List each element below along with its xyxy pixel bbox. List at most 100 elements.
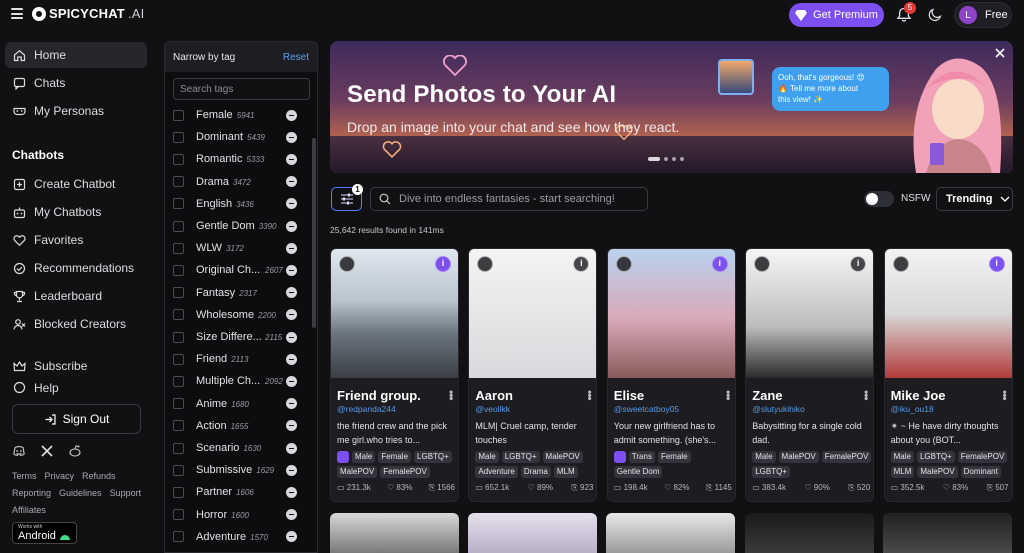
tag-checkbox[interactable] — [173, 287, 184, 299]
more-options-icon[interactable]: ••• — [859, 390, 873, 400]
menu-icon[interactable] — [11, 8, 23, 19]
card-tag[interactable]: Male — [352, 451, 376, 463]
sidebar-item-home[interactable]: Home — [5, 42, 147, 68]
nsfw-toggle[interactable] — [864, 191, 894, 207]
tag-row[interactable]: Drama 3472 — [165, 173, 310, 191]
card-tag[interactable]: MalePOV — [337, 466, 378, 478]
tag-checkbox[interactable] — [173, 531, 184, 543]
sidebar-item-subscribe[interactable]: Subscribe — [5, 353, 147, 379]
info-icon[interactable] — [711, 256, 728, 272]
card-partial[interactable] — [883, 513, 1012, 553]
tag-checkbox[interactable] — [173, 420, 184, 432]
card-tag[interactable]: Female — [378, 451, 412, 463]
chatbot-card[interactable]: Mike Joe ••• @iku_ou18 ✴︎ ~ He have dirty t… — [883, 248, 1013, 502]
info-icon[interactable] — [435, 256, 451, 272]
exclude-tag-icon[interactable] — [286, 309, 297, 321]
tag-row[interactable]: Horror 1600 — [165, 506, 310, 524]
exclude-tag-icon[interactable] — [286, 264, 297, 276]
exclude-tag-icon[interactable] — [286, 242, 297, 254]
tag-checkbox[interactable] — [173, 486, 184, 498]
tag-row[interactable]: Female 5941 — [165, 106, 310, 124]
carousel-dot[interactable] — [664, 157, 668, 161]
more-options-icon[interactable]: ••• — [444, 390, 458, 400]
exclude-tag-icon[interactable] — [286, 509, 297, 521]
reset-tags-button[interactable]: Reset — [283, 52, 309, 63]
sidebar-item-recommendations[interactable]: Recommendations — [5, 255, 147, 281]
card-tag[interactable]: LGBTQ+ — [414, 451, 452, 463]
tag-list-scrollbar[interactable] — [312, 138, 316, 328]
tag-checkbox[interactable] — [173, 398, 184, 410]
favorite-heart-icon[interactable] — [892, 256, 909, 272]
card-tag[interactable]: Male — [890, 451, 914, 463]
tag-row[interactable]: WLW 3172 — [165, 239, 310, 257]
tag-row[interactable]: Scenario 1630 — [165, 439, 310, 457]
footer-link-support[interactable]: Support — [110, 488, 142, 498]
card-tag[interactable]: MalePOV — [778, 451, 819, 463]
tag-checkbox[interactable] — [173, 442, 184, 454]
carousel-dot[interactable] — [680, 157, 684, 161]
sidebar-item-blocked-creators[interactable]: Blocked Creators — [5, 311, 147, 337]
tag-row[interactable]: Size Differe... 2115 — [165, 328, 310, 346]
sign-out-button[interactable]: Sign Out — [12, 404, 141, 434]
card-tag[interactable]: Drama — [520, 466, 551, 478]
tag-row[interactable]: Wholesome 2200 — [165, 306, 310, 324]
exclude-tag-icon[interactable] — [286, 375, 297, 387]
user-menu[interactable]: L Free — [954, 2, 1012, 28]
tag-checkbox[interactable] — [173, 331, 184, 343]
tag-row[interactable]: Original Ch... 2607 — [165, 261, 310, 279]
tag-checkbox[interactable] — [173, 375, 184, 387]
favorite-heart-icon[interactable] — [339, 256, 355, 272]
tag-row[interactable]: Adventure 1570 — [165, 528, 310, 546]
exclude-tag-icon[interactable] — [286, 131, 297, 143]
tag-checkbox[interactable] — [173, 220, 184, 232]
more-options-icon[interactable]: ••• — [998, 390, 1012, 400]
creator-handle[interactable]: @slutyukihiko — [752, 404, 805, 414]
exclude-tag-icon[interactable] — [286, 398, 297, 410]
tag-checkbox[interactable] — [173, 509, 184, 521]
exclude-tag-icon[interactable] — [286, 198, 297, 210]
sidebar-item-leaderboard[interactable]: Leaderboard — [5, 283, 147, 309]
card-partial[interactable] — [468, 513, 597, 553]
footer-link-guidelines[interactable]: Guidelines — [59, 488, 102, 498]
exclude-tag-icon[interactable] — [286, 287, 297, 299]
exclude-tag-icon[interactable] — [286, 109, 297, 121]
tag-row[interactable]: Partner 1606 — [165, 483, 310, 501]
tag-row[interactable]: Submissive 1629 — [165, 461, 310, 479]
exclude-tag-icon[interactable] — [286, 153, 297, 165]
exclude-tag-icon[interactable] — [286, 220, 297, 232]
tag-row[interactable]: Fantasy 2317 — [165, 284, 310, 302]
favorite-heart-icon[interactable] — [615, 256, 632, 272]
card-tag[interactable]: FemalePOV — [821, 451, 872, 463]
footer-link-refunds[interactable]: Refunds — [82, 471, 116, 481]
x-twitter-icon[interactable] — [40, 444, 54, 458]
sidebar-item-create-chatbot[interactable]: Create Chatbot — [5, 171, 147, 197]
exclude-tag-icon[interactable] — [286, 176, 297, 188]
tag-row[interactable]: Gentle Dom 3390 — [165, 217, 310, 235]
creator-handle[interactable]: @sweetcatboy05 — [614, 404, 679, 414]
creator-handle[interactable]: @veollkk — [475, 404, 510, 414]
card-tag[interactable]: MalePOV — [917, 466, 958, 478]
chatbot-card[interactable]: Friend group. ••• @redpanda244 the friend c… — [330, 248, 459, 502]
sidebar-item-chats[interactable]: Chats — [5, 70, 147, 96]
tag-checkbox[interactable] — [173, 109, 184, 121]
card-tag[interactable]: FemalePOV — [957, 451, 1008, 463]
sidebar-item-my-chatbots[interactable]: My Chatbots — [5, 199, 147, 225]
carousel-dot[interactable] — [672, 157, 676, 161]
tag-row[interactable]: Anime 1680 — [165, 395, 310, 413]
sidebar-item-my-personas[interactable]: My Personas — [5, 98, 147, 124]
footer-link-affiliates[interactable]: Affiliates — [12, 505, 46, 515]
tag-row[interactable]: Multiple Ch... 2092 — [165, 372, 310, 390]
card-tag[interactable]: LGBTQ+ — [916, 451, 955, 463]
carousel-dot-active[interactable] — [648, 157, 660, 161]
exclude-tag-icon[interactable] — [286, 331, 297, 343]
card-partial[interactable] — [606, 513, 735, 553]
sidebar-item-favorites[interactable]: Favorites — [5, 227, 147, 253]
card-tag[interactable]: Trans — [628, 451, 655, 463]
card-tag[interactable]: Dominant — [960, 466, 1001, 478]
chatbot-card[interactable]: Aaron ••• @veollkk MLM| Cruel camp, tender … — [468, 248, 598, 502]
card-tag[interactable]: Male — [752, 451, 776, 463]
card-tag[interactable]: Male — [475, 451, 499, 463]
card-tag[interactable]: Female — [657, 451, 691, 463]
card-tag[interactable]: LGBTQ+ — [752, 466, 790, 478]
tag-checkbox[interactable] — [173, 176, 184, 188]
